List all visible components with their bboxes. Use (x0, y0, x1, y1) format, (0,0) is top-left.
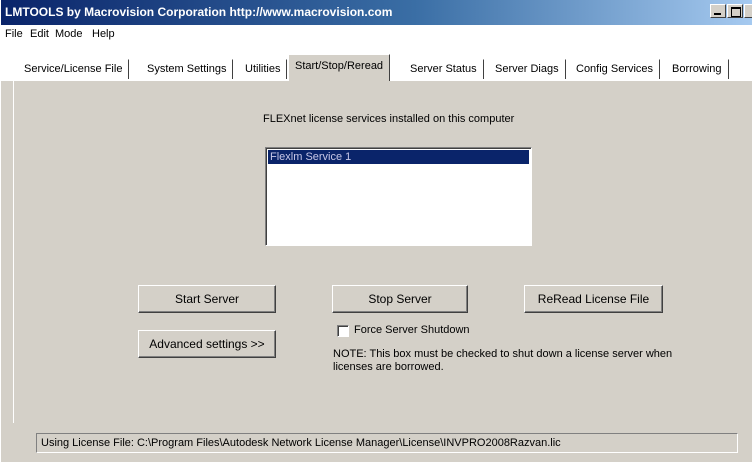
status-bar: Using License File: C:\Program Files\Aut… (1, 424, 752, 462)
menu-bar: File Edit Mode Help (1, 25, 752, 45)
title-bar[interactable]: LMTOOLS by Macrovision Corporation http:… (1, 0, 752, 25)
close-button[interactable] (744, 4, 752, 18)
tab-start-stop-reread[interactable]: Start/Stop/Reread (288, 54, 391, 81)
lmtools-window: LMTOOLS by Macrovision Corporation http:… (0, 0, 752, 462)
force-shutdown-checkbox[interactable] (337, 325, 349, 337)
tab-server-diags[interactable]: Server Diags (488, 59, 566, 79)
menu-mode[interactable]: Mode (55, 28, 83, 40)
force-shutdown-label[interactable]: Force Server Shutdown (354, 324, 470, 336)
services-label: FLEXnet license services installed on th… (263, 113, 515, 125)
tab-config-services[interactable]: Config Services (569, 59, 661, 79)
menu-help[interactable]: Help (92, 28, 115, 40)
tab-server-status[interactable]: Server Status (403, 59, 484, 79)
menu-file[interactable]: File (5, 28, 23, 40)
tab-system-settings[interactable]: System Settings (140, 59, 234, 79)
tab-strip: Service/License File System Settings Uti… (1, 45, 752, 81)
advanced-settings-button[interactable]: Advanced settings >> (138, 330, 276, 358)
window-title: LMTOOLS by Macrovision Corporation http:… (5, 5, 393, 19)
menu-edit[interactable]: Edit (30, 28, 49, 40)
tab-service-license-file[interactable]: Service/License File (17, 59, 130, 79)
shutdown-note: NOTE: This box must be checked to shut d… (333, 348, 673, 373)
tab-utilities[interactable]: Utilities (238, 59, 288, 79)
maximize-button[interactable] (727, 4, 743, 18)
service-list-item[interactable]: Flexlm Service 1 (268, 150, 529, 164)
minimize-button[interactable] (710, 4, 726, 18)
tab-borrowing[interactable]: Borrowing (665, 59, 729, 79)
stop-server-button[interactable]: Stop Server (332, 285, 468, 313)
license-file-status: Using License File: C:\Program Files\Aut… (36, 433, 738, 453)
start-server-button[interactable]: Start Server (138, 285, 276, 313)
service-list[interactable]: Flexlm Service 1 (265, 147, 532, 246)
reread-license-file-button[interactable]: ReRead License File (524, 285, 663, 313)
